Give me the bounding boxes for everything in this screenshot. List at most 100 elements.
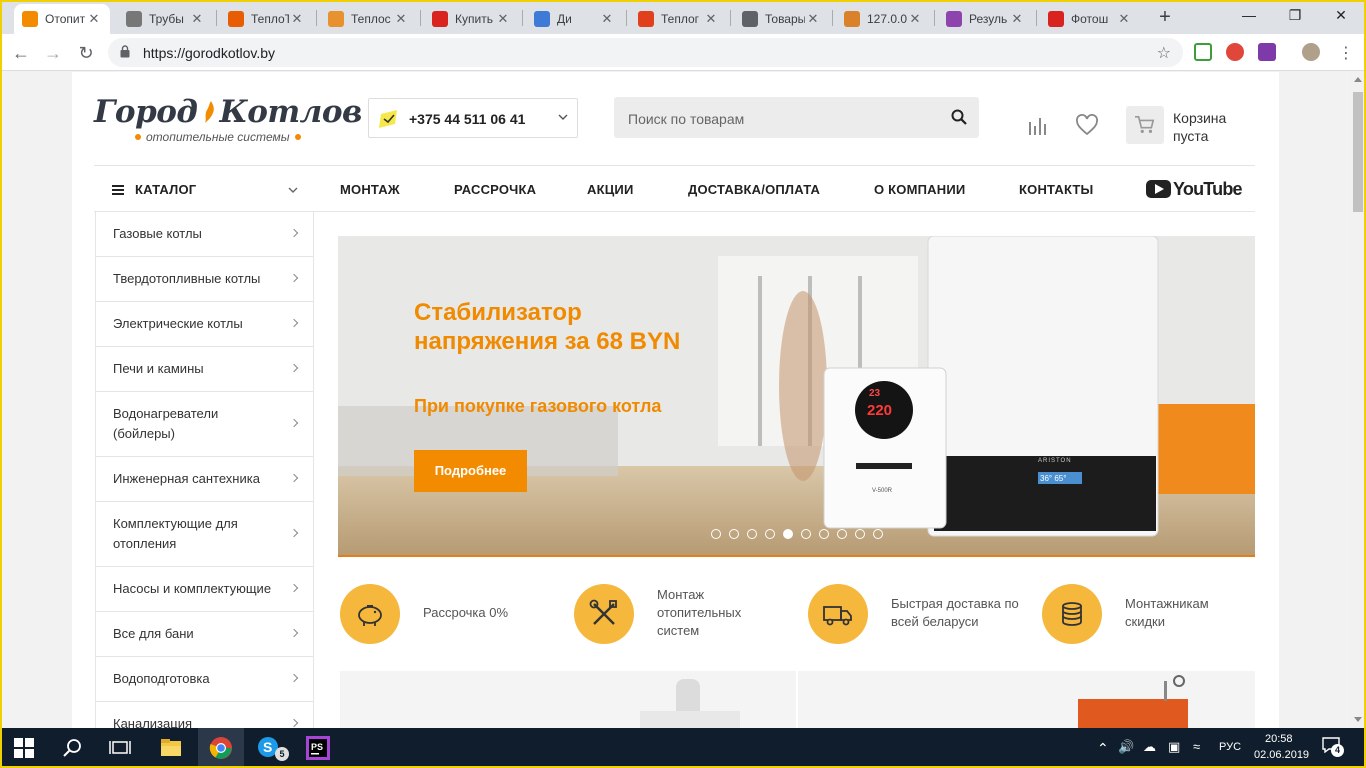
windows-start-icon[interactable]	[14, 738, 34, 758]
sidebar-category-item[interactable]: Комплектующие для отопления	[96, 502, 313, 567]
browser-tab[interactable]: Теплос ✕	[320, 4, 417, 34]
browser-tab[interactable]: Отопит ✕	[14, 4, 110, 34]
search-input[interactable]: Поиск по товарам	[614, 97, 979, 138]
sidebar-category-item[interactable]: Газовые котлы	[96, 212, 313, 257]
task-view-icon[interactable]	[108, 736, 132, 760]
cart-status[interactable]: Корзина пуста	[1173, 109, 1226, 145]
menu-item-promotions[interactable]: АКЦИИ	[587, 182, 634, 197]
browser-tab[interactable]: Ди ✕	[526, 4, 623, 34]
cart-button[interactable]	[1126, 106, 1164, 144]
menu-item-installment[interactable]: РАССРОЧКА	[454, 182, 536, 197]
back-button[interactable]: ←	[8, 40, 34, 66]
tab-close-icon[interactable]: ✕	[393, 11, 409, 27]
onedrive-icon[interactable]: ☁	[1143, 739, 1156, 755]
feature-installment[interactable]: Рассрочка 0%	[340, 582, 550, 646]
category-card[interactable]	[798, 671, 1255, 728]
phpstorm-icon[interactable]: PS	[306, 736, 330, 760]
maximize-button[interactable]: ❐	[1272, 0, 1318, 32]
address-bar[interactable]: https://gorodkotlov.by ☆	[108, 38, 1183, 67]
feature-installation[interactable]: Монтаж отопительных систем	[574, 582, 784, 646]
compare-icon[interactable]	[1026, 114, 1050, 136]
network-icon[interactable]: ▣	[1168, 739, 1180, 755]
browser-tab[interactable]: Трубы ✕	[118, 4, 213, 34]
scrollbar-thumb[interactable]	[1353, 92, 1363, 212]
sidebar-category-item[interactable]: Насосы и комплектующие	[96, 567, 313, 612]
extension-icon[interactable]	[1194, 43, 1212, 61]
browser-tab[interactable]: Резуль ✕	[938, 4, 1033, 34]
page-scrollbar[interactable]	[1350, 72, 1366, 728]
tab-close-icon[interactable]: ✕	[289, 11, 305, 27]
slider-dot[interactable]	[747, 529, 757, 539]
tab-close-icon[interactable]: ✕	[599, 11, 615, 27]
tab-close-icon[interactable]: ✕	[189, 11, 205, 27]
search-icon[interactable]	[951, 109, 967, 125]
menu-item-contacts[interactable]: КОНТАКТЫ	[1019, 182, 1093, 197]
heart-icon[interactable]	[1075, 114, 1099, 136]
bookmark-star-icon[interactable]: ☆	[1157, 43, 1171, 63]
tab-close-icon[interactable]: ✕	[907, 11, 923, 27]
tab-close-icon[interactable]: ✕	[1116, 11, 1132, 27]
slider-dot[interactable]	[729, 529, 739, 539]
slider-dot[interactable]	[855, 529, 865, 539]
action-center-button[interactable]: 4	[1322, 737, 1344, 757]
browser-tab[interactable]: 127.0.0 ✕	[836, 4, 931, 34]
tray-chevron-icon[interactable]: ⌃	[1097, 740, 1109, 757]
browser-menu-icon[interactable]: ⋮	[1338, 43, 1354, 63]
sidebar-category-item[interactable]: Водонагреватели (бойлеры)	[96, 392, 313, 457]
browser-tab[interactable]: Фотош ✕	[1040, 4, 1140, 34]
tab-close-icon[interactable]: ✕	[1009, 11, 1025, 27]
volume-icon[interactable]: 🔊	[1118, 739, 1134, 755]
sidebar-category-item[interactable]: Водоподготовка	[96, 657, 313, 702]
reload-button[interactable]: ↻	[73, 40, 99, 66]
tab-close-icon[interactable]: ✕	[703, 11, 719, 27]
tab-close-icon[interactable]: ✕	[86, 11, 102, 27]
menu-item-about[interactable]: О КОМПАНИИ	[874, 182, 965, 197]
file-explorer-icon[interactable]	[159, 736, 183, 760]
slider-dot[interactable]	[837, 529, 847, 539]
close-window-button[interactable]: ✕	[1318, 0, 1364, 32]
sidebar-category-item[interactable]: Все для бани	[96, 612, 313, 657]
sidebar-category-item[interactable]: Печи и камины	[96, 347, 313, 392]
browser-tab[interactable]: Теплог ✕	[630, 4, 727, 34]
chrome-taskbar-button[interactable]	[198, 728, 244, 768]
profile-avatar[interactable]	[1302, 43, 1320, 61]
search-placeholder: Поиск по товарам	[628, 111, 745, 127]
slider-dot[interactable]	[819, 529, 829, 539]
tab-close-icon[interactable]: ✕	[495, 11, 511, 27]
flame-icon	[204, 101, 214, 123]
wifi-icon[interactable]: ≈	[1193, 739, 1200, 754]
phone-selector[interactable]: +375 44 511 06 41	[368, 98, 578, 138]
banner-more-button[interactable]: Подробнее	[414, 450, 527, 492]
catalog-menu-button[interactable]: КАТАЛОГ	[135, 182, 196, 197]
extension-icon[interactable]	[1226, 43, 1244, 61]
menu-item-delivery[interactable]: ДОСТАВКА/ОПЛАТА	[688, 182, 820, 197]
tab-close-icon[interactable]: ✕	[805, 11, 821, 27]
browser-tab[interactable]: Товары ✕	[734, 4, 829, 34]
tab-separator	[316, 10, 317, 26]
onenote-extension-icon[interactable]	[1258, 43, 1276, 61]
browser-tab[interactable]: ТеплоТ ✕	[220, 4, 313, 34]
sidebar-category-item[interactable]: Электрические котлы	[96, 302, 313, 347]
minimize-button[interactable]: —	[1226, 0, 1272, 32]
slider-dot[interactable]	[873, 529, 883, 539]
site-logo[interactable]: Город Котлов отопительные системы	[94, 94, 362, 144]
slider-dot[interactable]	[765, 529, 775, 539]
clock-date[interactable]: 02.06.2019	[1254, 749, 1309, 761]
slider-dot[interactable]	[711, 529, 721, 539]
sidebar-category-item[interactable]: Канализация	[96, 702, 313, 728]
new-tab-button[interactable]: +	[1152, 5, 1178, 31]
feature-discounts[interactable]: Монтажникам скидки	[1042, 582, 1252, 646]
menu-item-montazh[interactable]: МОНТАЖ	[340, 182, 400, 197]
youtube-link[interactable]: YouTube	[1146, 179, 1243, 199]
language-indicator[interactable]: РУС	[1219, 741, 1241, 753]
search-icon[interactable]	[61, 736, 85, 760]
slider-dot[interactable]	[783, 529, 793, 539]
sidebar-category-item[interactable]: Инженерная сантехника	[96, 457, 313, 502]
clock-time[interactable]: 20:58	[1265, 733, 1293, 745]
feature-delivery[interactable]: Быстрая доставка по всей беларуси	[808, 582, 1028, 646]
slider-dot[interactable]	[801, 529, 811, 539]
browser-tab[interactable]: Купить ✕	[424, 4, 519, 34]
category-card[interactable]	[340, 671, 796, 728]
forward-button[interactable]: →	[40, 40, 66, 66]
sidebar-category-item[interactable]: Твердотопливные котлы	[96, 257, 313, 302]
